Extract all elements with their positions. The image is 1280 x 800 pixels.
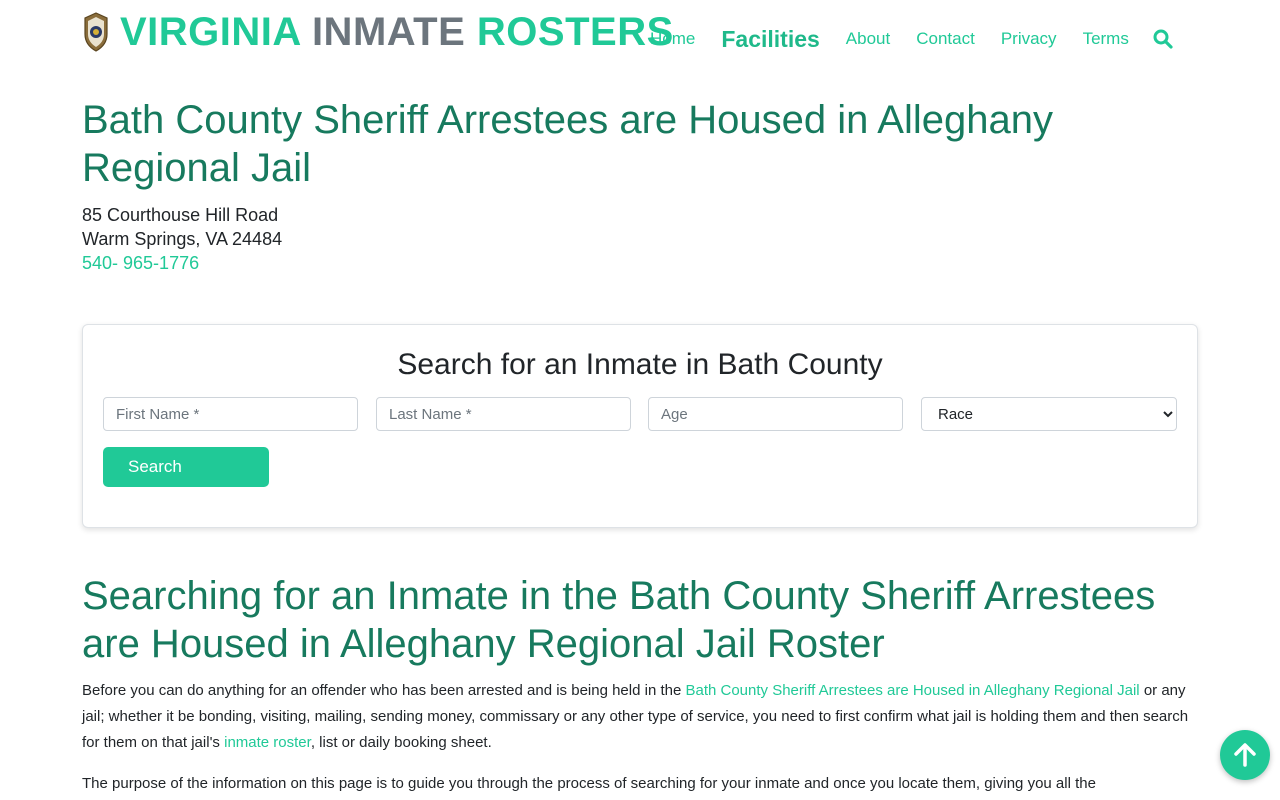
site-logo[interactable]: VIRGINIA INMATE ROSTERS (82, 12, 674, 52)
inmate-search-card: Search for an Inmate in Bath County Race… (82, 324, 1198, 528)
page-title: Bath County Sheriff Arrestees are Housed… (82, 98, 1053, 190)
intro-text-3: , list or daily booking sheet. (310, 734, 492, 751)
intro-text-1: Before you can do anything for an offend… (82, 682, 686, 699)
nav-terms[interactable]: Terms (1083, 26, 1129, 52)
address-line-2: Warm Springs, VA 24484 (82, 229, 283, 249)
search-icon[interactable] (1153, 29, 1173, 49)
facility-link[interactable]: Bath County Sheriff Arrestees are Housed… (685, 682, 1139, 699)
phone-link[interactable]: 540- 965-1776 (82, 253, 199, 273)
site-header: VIRGINIA INMATE ROSTERS Home Facilities … (82, 0, 1198, 78)
brand-word-1: VIRGINIA (120, 10, 301, 54)
section-heading: Searching for an Inmate in the Bath Coun… (82, 574, 1156, 666)
site-brand: VIRGINIA INMATE ROSTERS (120, 12, 674, 52)
brand-word-3: ROSTERS (476, 10, 674, 54)
brand-word-2: INMATE (311, 10, 466, 54)
nav-home[interactable]: Home (650, 26, 695, 52)
nav-about[interactable]: About (846, 26, 890, 52)
sheriff-badge-icon (84, 12, 108, 52)
address-line-1: 85 Courthouse Hill Road (82, 205, 279, 225)
first-name-input[interactable] (103, 397, 358, 431)
arrow-up-icon (1234, 743, 1256, 767)
inmate-roster-link[interactable]: inmate roster (224, 734, 311, 751)
last-name-input[interactable] (376, 397, 631, 431)
search-heading: Search for an Inmate in Bath County (397, 348, 883, 381)
race-select[interactable]: Race (921, 397, 1177, 431)
nav-facilities[interactable]: Facilities (721, 26, 819, 52)
nav-privacy[interactable]: Privacy (1001, 26, 1057, 52)
facility-address: 85 Courthouse Hill Road Warm Springs, VA… (82, 203, 282, 275)
main-nav: Home Facilities About Contact Privacy Te… (650, 26, 1173, 52)
purpose-paragraph: The purpose of the information on this p… (82, 775, 1096, 792)
scroll-to-top-button[interactable] (1220, 730, 1270, 780)
age-input[interactable] (648, 397, 903, 431)
search-button[interactable]: Search (103, 447, 269, 487)
nav-contact[interactable]: Contact (916, 26, 975, 52)
intro-paragraph: Before you can do anything for an offend… (82, 678, 1198, 756)
